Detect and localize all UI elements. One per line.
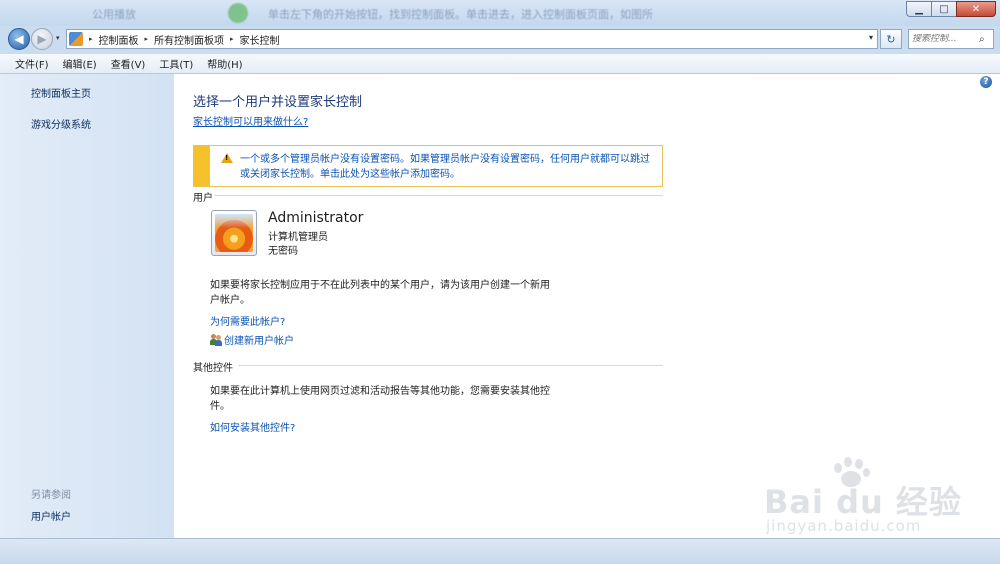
page-title: 选择一个用户并设置家长控制	[193, 95, 363, 110]
address-bar[interactable]: ▸ 控制面板 ▸ 所有控制面板项 ▸ 家长控制 ▾	[66, 29, 878, 49]
back-button[interactable]: ◀	[8, 28, 30, 50]
user-password-status: 无密码	[268, 246, 298, 257]
left-nav-pane: 控制面板主页 游戏分级系统 另请参阅 用户帐户	[0, 74, 174, 538]
what-can-parental-controls-do-link[interactable]: 家长控制可以用来做什么?	[193, 113, 308, 128]
control-panel-home-link[interactable]: 控制面板主页	[31, 85, 91, 100]
status-bar	[0, 538, 1000, 564]
warning-stripe	[194, 146, 210, 186]
user-accounts-link[interactable]: 用户帐户	[31, 508, 71, 523]
blurred-app-icon	[228, 3, 248, 23]
close-button[interactable]: ✕	[956, 1, 996, 17]
user-name[interactable]: Administrator	[268, 210, 363, 226]
breadcrumb-control-panel[interactable]: 控制面板	[99, 32, 139, 47]
search-icon[interactable]: ⌕	[979, 34, 985, 45]
title-bar: 公用播放 单击左下角的开始按钮，找到控制面板。单击进去，进入控制面板页面，如图所…	[0, 0, 1000, 26]
maximize-button[interactable]: □	[931, 1, 957, 17]
create-user-account-row[interactable]: 创建新用户帐户	[210, 332, 294, 347]
menu-bar: 文件(F) 编辑(E) 查看(V) 工具(T) 帮助(H)	[0, 54, 1000, 74]
other-controls-hint: 如果要在此计算机上使用网页过滤和活动报告等其他功能，您需要安装其他控件。	[210, 386, 550, 412]
menu-view[interactable]: 查看(V)	[111, 56, 146, 71]
user-avatar[interactable]	[211, 210, 257, 256]
menu-help[interactable]: 帮助(H)	[207, 56, 242, 71]
users-section-divider	[214, 195, 663, 196]
game-rating-systems-link[interactable]: 游戏分级系统	[31, 116, 91, 131]
create-account-hint: 如果要将家长控制应用于不在此列表中的某个用户，请为该用户创建一个新用户帐户。	[210, 280, 550, 306]
breadcrumb-separator-icon[interactable]: ▸	[89, 35, 93, 43]
password-warning-banner[interactable]: 一个或多个管理员帐户没有设置密码。如果管理员帐户没有设置密码，任何用户就都可以跳…	[193, 145, 663, 187]
refresh-icon: ↻	[886, 32, 896, 46]
breadcrumb-separator-icon[interactable]: ▸	[145, 35, 149, 43]
create-new-user-account-link[interactable]: 创建新用户帐户	[224, 332, 294, 347]
back-arrow-icon: ◀	[14, 32, 24, 46]
breadcrumb-parental-controls[interactable]: 家长控制	[240, 32, 280, 47]
help-icon[interactable]: ?	[980, 76, 992, 88]
menu-tools[interactable]: 工具(T)	[159, 56, 193, 71]
blurred-window-title-left: 公用播放	[92, 8, 136, 21]
search-input[interactable]	[909, 34, 979, 44]
users-section-heading: 用户	[193, 193, 213, 204]
recent-pages-dropdown-icon[interactable]: ▾	[56, 34, 60, 42]
address-dropdown-icon[interactable]: ▾	[869, 33, 873, 42]
window-controls: ▁ □ ✕	[906, 1, 996, 17]
user-role: 计算机管理员	[268, 232, 328, 243]
warning-message[interactable]: 一个或多个管理员帐户没有设置密码。如果管理员帐户没有设置密码，任何用户就都可以跳…	[240, 152, 658, 182]
menu-edit[interactable]: 编辑(E)	[63, 56, 97, 71]
flower-picture-icon	[215, 214, 253, 252]
control-panel-icon	[69, 32, 83, 46]
other-controls-section-heading: 其他控件	[193, 363, 233, 374]
how-to-install-controls-link[interactable]: 如何安装其他控件?	[210, 419, 295, 434]
forward-arrow-icon: ▶	[37, 32, 47, 46]
forward-button[interactable]: ▶	[31, 28, 53, 50]
warning-icon	[221, 153, 233, 163]
why-need-account-link[interactable]: 为何需要此帐户?	[210, 313, 285, 328]
see-also-label: 另请参阅	[31, 490, 71, 501]
baidu-jingyan-watermark: Bai du 经验 jingyan.baidu.com	[758, 455, 961, 540]
minimize-button[interactable]: ▁	[906, 1, 932, 17]
watermark-url: jingyan.baidu.com	[766, 517, 922, 535]
users-icon	[210, 333, 223, 346]
breadcrumb-all-items[interactable]: 所有控制面板项	[154, 32, 224, 47]
menu-file[interactable]: 文件(F)	[15, 56, 49, 71]
navigation-bar: ◀ ▶ ▾ ▸ 控制面板 ▸ 所有控制面板项 ▸ 家长控制 ▾ ↻ ⌕	[0, 26, 1000, 52]
breadcrumb-separator-icon[interactable]: ▸	[230, 35, 234, 43]
blurred-window-title-right: 单击左下角的开始按钮，找到控制面板。单击进去，进入控制面板页面，如图所	[268, 8, 653, 21]
search-box: ⌕	[908, 29, 994, 49]
other-controls-divider	[238, 365, 663, 366]
refresh-button[interactable]: ↻	[880, 29, 902, 49]
